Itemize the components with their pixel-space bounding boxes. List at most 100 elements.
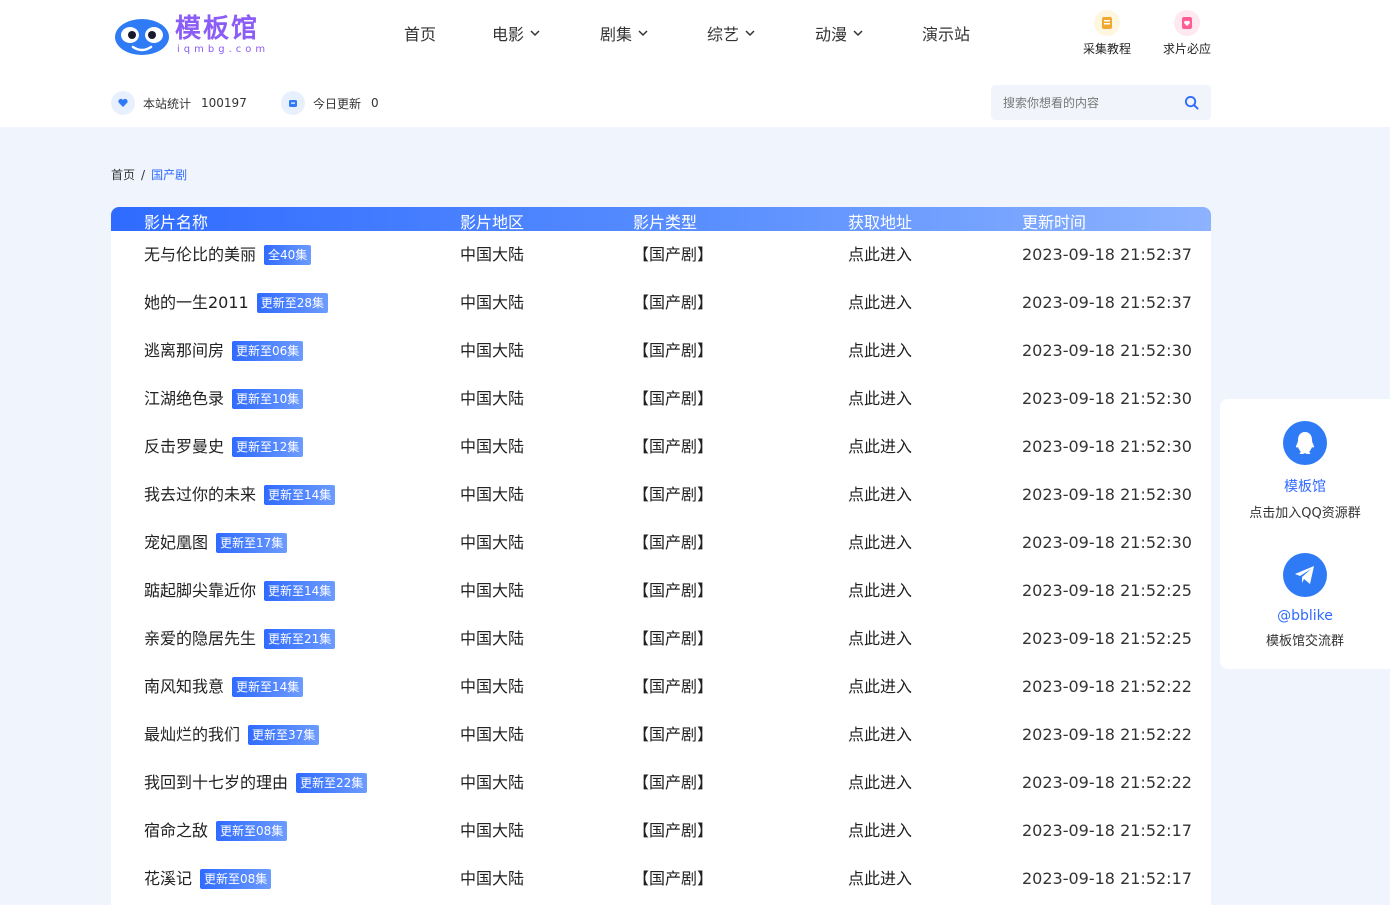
video-title-link[interactable]: 反击罗曼史	[144, 436, 224, 458]
region-cell: 中国大陆	[460, 677, 525, 696]
enter-link[interactable]: 点此进入	[848, 388, 912, 410]
logo-domain: iqmbg.com	[177, 44, 270, 55]
video-name-cell: 反击罗曼史 更新至12集	[144, 436, 304, 458]
video-title-link[interactable]: 逃离那间房	[144, 340, 224, 362]
table-header: 影片名称 影片地区 影片类型 获取地址 更新时间	[111, 207, 1211, 232]
nav-item-anime[interactable]: 动漫	[815, 20, 922, 46]
video-title-link[interactable]: 她的一生2011	[144, 292, 249, 314]
enter-link[interactable]: 点此进入	[848, 484, 912, 506]
type-cell: 【国产剧】	[633, 821, 714, 840]
episode-badge: 更新至08集	[216, 821, 288, 841]
update-time-cell: 2023-09-18 21:52:37	[1022, 293, 1192, 312]
nav-item-label: 演示站	[922, 25, 971, 44]
video-title-link[interactable]: 我去过你的未来	[144, 484, 256, 506]
nav-item-label: 剧集	[600, 25, 633, 44]
episode-badge: 全40集	[264, 245, 312, 265]
enter-link[interactable]: 点此进入	[848, 532, 912, 554]
enter-link[interactable]: 点此进入	[848, 292, 912, 314]
table-row: 她的一生2011 更新至28集 中国大陆 【国产剧】 点此进入 2023-09-18 21…	[111, 279, 1211, 327]
stats-today-label: 今日更新	[313, 96, 362, 111]
notebook-icon	[1094, 10, 1120, 36]
video-title-link[interactable]: 宠妃凰图	[144, 532, 208, 554]
video-table: 影片名称 影片地区 影片类型 获取地址 更新时间 无与伦比的美丽 全40集中国大陆…	[111, 207, 1211, 905]
search-box	[991, 85, 1211, 120]
nav-item-demo[interactable]: 演示站	[922, 20, 982, 46]
qq-group-link[interactable]: 模板馆 点击加入QQ资源群	[1220, 421, 1390, 521]
enter-link[interactable]: 点此进入	[848, 580, 912, 602]
enter-link[interactable]: 点此进入	[848, 676, 912, 698]
nav-item-movies[interactable]: 电影	[492, 20, 600, 46]
qq-group-subtitle: 点击加入QQ资源群	[1249, 506, 1361, 521]
update-time-cell: 2023-09-18 21:52:30	[1022, 437, 1192, 456]
video-name-cell: 最灿烂的我们 更新至37集	[144, 724, 320, 746]
nav-item-home[interactable]: 首页	[404, 20, 492, 46]
enter-link[interactable]: 点此进入	[848, 772, 912, 794]
search-input[interactable]	[991, 95, 1171, 110]
type-cell: 【国产剧】	[633, 677, 714, 696]
video-title-link[interactable]: 无与伦比的美丽	[144, 244, 256, 266]
site-logo[interactable]: 模板馆 iqmbg.com	[113, 10, 288, 60]
video-name-cell: 花溪记 更新至08集	[144, 868, 272, 890]
enter-link[interactable]: 点此进入	[848, 868, 912, 890]
column-header-link: 获取地址	[848, 213, 913, 232]
video-title-link[interactable]: 花溪记	[144, 868, 192, 890]
episode-badge: 更新至37集	[248, 725, 320, 745]
video-name-cell: 她的一生2011 更新至28集	[144, 292, 329, 314]
table-row: 踮起脚尖靠近你 更新至14集 中国大陆 【国产剧】 点此进入 2023-09-18 21:…	[111, 567, 1211, 615]
enter-link[interactable]: 点此进入	[848, 244, 912, 266]
nav-item-label: 首页	[404, 25, 437, 44]
tool-collect-tutorial[interactable]: 采集教程	[1077, 10, 1137, 57]
video-name-cell: 宿命之敌 更新至08集	[144, 820, 288, 842]
update-time-cell: 2023-09-18 21:52:22	[1022, 725, 1192, 744]
nav-item-label: 动漫	[815, 25, 848, 44]
enter-link[interactable]: 点此进入	[848, 820, 912, 842]
video-title-link[interactable]: 南风知我意	[144, 676, 224, 698]
type-cell: 【国产剧】	[633, 725, 714, 744]
video-title-link[interactable]: 宿命之敌	[144, 820, 208, 842]
region-cell: 中国大陆	[460, 629, 525, 648]
tool-request-movie[interactable]: 求片必应	[1157, 10, 1217, 57]
bag-icon	[281, 91, 305, 115]
site-stats-total: 本站统计 100197	[111, 90, 247, 116]
update-time-cell: 2023-09-18 21:52:17	[1022, 821, 1192, 840]
breadcrumb-current: 国产剧	[151, 168, 188, 182]
video-title-link[interactable]: 最灿烂的我们	[144, 724, 240, 746]
type-cell: 【国产剧】	[633, 389, 714, 408]
episode-badge: 更新至08集	[200, 869, 272, 889]
table-row: 反击罗曼史 更新至12集 中国大陆 【国产剧】 点此进入 2023-09-18 21:52…	[111, 423, 1211, 471]
search-icon[interactable]	[1184, 95, 1199, 110]
telegram-group-link[interactable]: @bblike 模板馆交流群	[1220, 553, 1390, 649]
update-time-cell: 2023-09-18 21:52:30	[1022, 389, 1192, 408]
type-cell: 【国产剧】	[633, 773, 714, 792]
type-cell: 【国产剧】	[633, 437, 714, 456]
chevron-down-icon	[853, 30, 863, 37]
enter-link[interactable]: 点此进入	[848, 724, 912, 746]
update-time-cell: 2023-09-18 21:52:37	[1022, 245, 1192, 264]
region-cell: 中国大陆	[460, 485, 525, 504]
table-row: 江湖绝色录 更新至10集 中国大陆 【国产剧】 点此进入 2023-09-18 21:52…	[111, 375, 1211, 423]
nav-item-series[interactable]: 剧集	[600, 20, 707, 46]
nav-item-variety[interactable]: 综艺	[707, 20, 815, 46]
enter-link[interactable]: 点此进入	[848, 340, 912, 362]
column-header-name: 影片名称	[144, 213, 209, 232]
enter-link[interactable]: 点此进入	[848, 628, 912, 650]
tool-label: 求片必应	[1162, 42, 1211, 56]
video-title-link[interactable]: 江湖绝色录	[144, 388, 224, 410]
video-title-link[interactable]: 我回到十七岁的理由	[144, 772, 288, 794]
enter-link[interactable]: 点此进入	[848, 436, 912, 458]
logo-title: 模板馆	[175, 14, 260, 44]
video-name-cell: 南风知我意 更新至14集	[144, 676, 304, 698]
breadcrumb-home[interactable]: 首页	[111, 166, 135, 183]
episode-badge: 更新至14集	[264, 485, 336, 505]
region-cell: 中国大陆	[460, 293, 525, 312]
chevron-down-icon	[638, 30, 648, 37]
video-title-link[interactable]: 踮起脚尖靠近你	[144, 580, 256, 602]
table-row: 最灿烂的我们 更新至37集 中国大陆 【国产剧】 点此进入 2023-09-18 21:5…	[111, 711, 1211, 759]
breadcrumb: 首页 / 国产剧	[111, 166, 187, 183]
type-cell: 【国产剧】	[633, 629, 714, 648]
region-cell: 中国大陆	[460, 437, 525, 456]
video-name-cell: 无与伦比的美丽 全40集	[144, 244, 312, 266]
main-nav: 首页 电影 剧集 综艺 动漫 演示站	[404, 20, 982, 46]
video-title-link[interactable]: 亲爱的隐居先生	[144, 628, 256, 650]
region-cell: 中国大陆	[460, 869, 525, 888]
